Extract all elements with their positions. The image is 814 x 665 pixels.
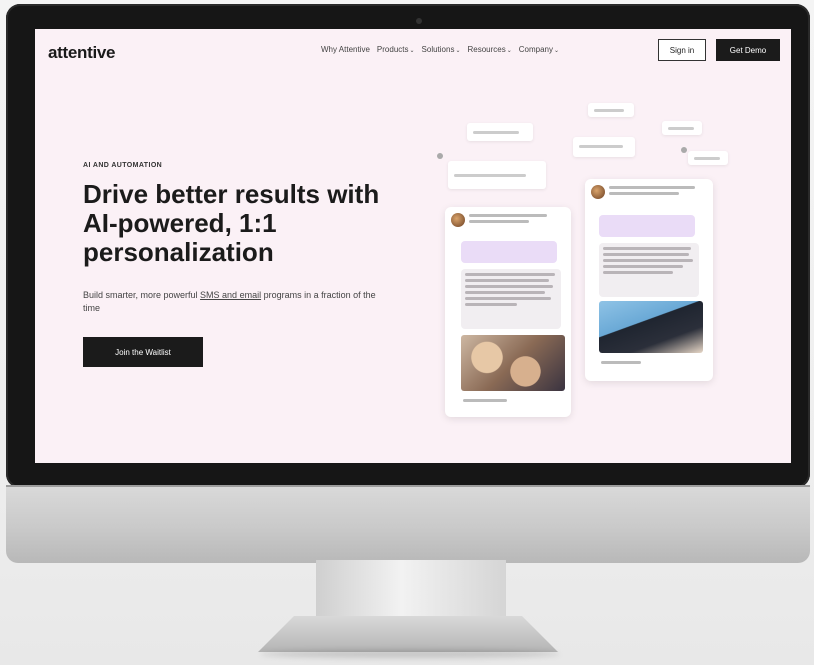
product-photo (461, 335, 565, 391)
monitor-bezel: attentive Why Attentive Products⌄ Soluti… (6, 4, 810, 488)
avatar-icon (451, 213, 465, 227)
sms-bubble (599, 243, 699, 297)
hero-headline: Drive better results with AI-powered, 1:… (83, 179, 380, 267)
decor-dot (681, 147, 687, 153)
hero-subhead: Build smarter, more powerful SMS and ema… (83, 290, 376, 313)
message-card (445, 207, 571, 417)
chevron-down-icon: ⌄ (506, 48, 512, 54)
monitor-stand-foot (258, 616, 558, 652)
nav-link-company[interactable]: Company⌄ (519, 45, 559, 54)
website-screen: attentive Why Attentive Products⌄ Soluti… (35, 29, 791, 463)
monitor-stand-neck (316, 560, 506, 620)
nav-link-why-attentive[interactable]: Why Attentive (321, 45, 370, 54)
floating-chip (448, 161, 546, 189)
top-nav: attentive Why Attentive Products⌄ Soluti… (35, 29, 791, 73)
ai-suggestion-bubble (599, 215, 695, 237)
nav-link-products[interactable]: Products⌄ (377, 45, 415, 54)
nav-links: Why Attentive Products⌄ Solutions⌄ Resou… (321, 45, 559, 54)
floating-chip (662, 121, 702, 135)
decor-dot (437, 153, 443, 159)
message-card (585, 179, 713, 381)
nav-link-resources[interactable]: Resources⌄ (467, 45, 511, 54)
floating-chip (573, 137, 635, 157)
chevron-down-icon: ⌄ (455, 48, 461, 54)
chevron-down-icon: ⌄ (554, 48, 560, 54)
hero-eyebrow: AI AND AUTOMATION (83, 162, 163, 169)
webcam-icon (416, 18, 422, 24)
brand-logo[interactable]: attentive (48, 43, 116, 63)
floating-chip (688, 151, 728, 165)
floating-chip (467, 123, 533, 141)
avatar-icon (591, 185, 605, 199)
floating-chip (588, 103, 634, 117)
join-waitlist-button[interactable]: Join the Waitlist (83, 337, 203, 367)
get-demo-button[interactable]: Get Demo (716, 39, 780, 61)
ai-suggestion-bubble (461, 241, 557, 263)
product-photo (599, 301, 703, 353)
subhead-highlight: SMS and email (200, 290, 262, 300)
stand-shadow (260, 650, 560, 658)
nav-link-solutions[interactable]: Solutions⌄ (422, 45, 461, 54)
chevron-down-icon: ⌄ (409, 48, 415, 54)
sign-in-button[interactable]: Sign in (658, 39, 706, 61)
sms-bubble (461, 269, 561, 329)
monitor-chin (6, 485, 810, 563)
